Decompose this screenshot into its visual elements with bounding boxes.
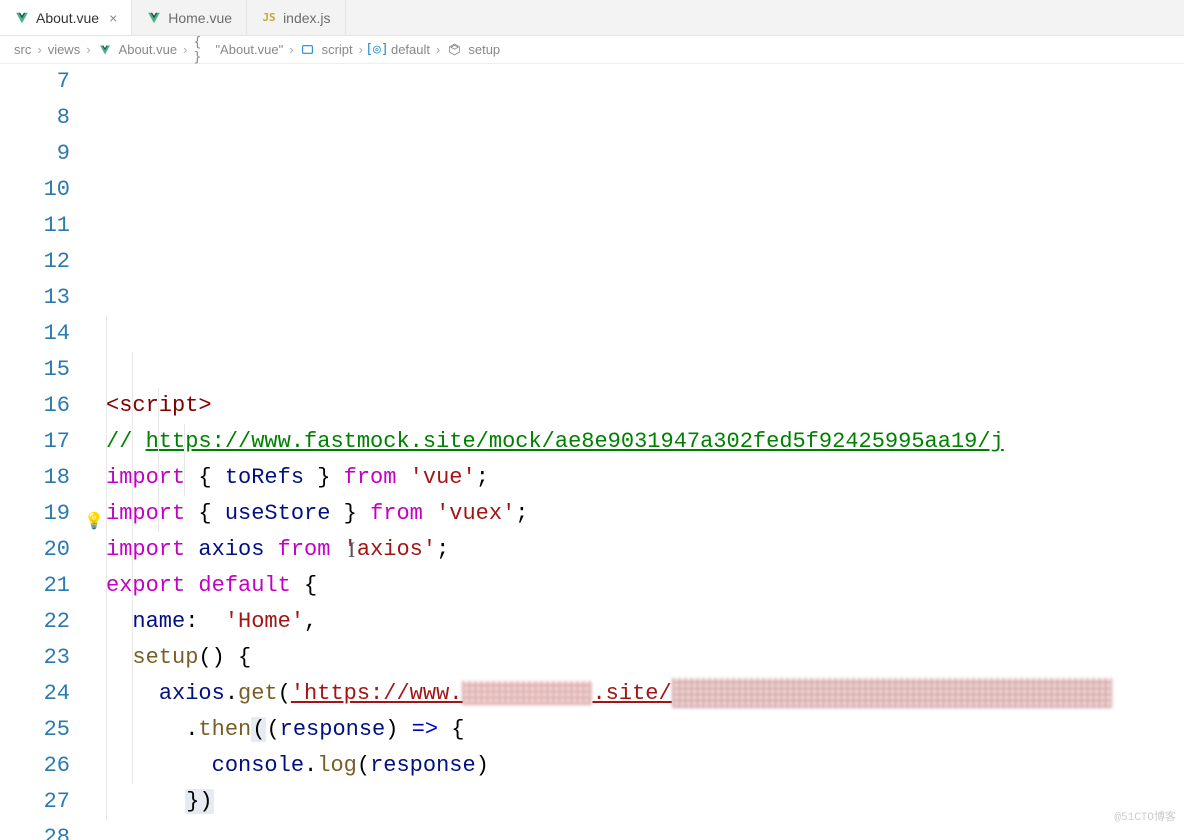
- tab-label: index.js: [283, 10, 330, 26]
- code-line[interactable]: import { toRefs } from 'vue';: [106, 460, 1184, 496]
- line-number: 13: [0, 280, 70, 316]
- lightbulb-icon[interactable]: 💡: [84, 504, 104, 540]
- breadcrumb[interactable]: src › views › About.vue › { } "About.vue…: [0, 36, 1184, 64]
- code-area[interactable]: I <script>// https://www.fastmock.site/m…: [106, 64, 1184, 840]
- text-cursor-icon: I: [348, 532, 355, 568]
- chevron-right-icon: ›: [359, 42, 363, 57]
- line-number: 8: [0, 100, 70, 136]
- line-number: 10: [0, 172, 70, 208]
- tab-label: About.vue: [36, 10, 99, 26]
- line-number: 15: [0, 352, 70, 388]
- chevron-right-icon: ›: [37, 42, 41, 57]
- tab-home-vue[interactable]: Home.vue: [132, 0, 247, 35]
- tab-label: Home.vue: [168, 10, 232, 26]
- vue-icon: [146, 10, 162, 26]
- code-line[interactable]: console.log(response): [106, 748, 1184, 784]
- bc-src[interactable]: src: [14, 42, 31, 57]
- script-icon: [300, 42, 316, 58]
- line-number: 25: [0, 712, 70, 748]
- tab-index-js[interactable]: JS index.js: [247, 0, 345, 35]
- code-editor[interactable]: 7891011121314151617181920212223242526272…: [0, 64, 1184, 840]
- bc-setup[interactable]: setup: [468, 42, 500, 57]
- code-line[interactable]: [106, 352, 1184, 388]
- watermark: @51CTO博客: [1114, 800, 1176, 836]
- line-number: 17: [0, 424, 70, 460]
- chevron-right-icon: ›: [289, 42, 293, 57]
- bc-default[interactable]: default: [391, 42, 430, 57]
- line-number: 16: [0, 388, 70, 424]
- line-number: 22: [0, 604, 70, 640]
- line-number: 23: [0, 640, 70, 676]
- code-line[interactable]: import { useStore } from 'vuex';: [106, 496, 1184, 532]
- code-line[interactable]: name: 'Home',: [106, 604, 1184, 640]
- glyph-margin: 💡: [90, 64, 106, 840]
- line-number: 20: [0, 532, 70, 568]
- line-number: 27: [0, 784, 70, 820]
- bc-about-vue[interactable]: About.vue: [119, 42, 178, 57]
- line-number: 14: [0, 316, 70, 352]
- line-number: 21: [0, 568, 70, 604]
- bc-script[interactable]: script: [322, 42, 353, 57]
- code-line[interactable]: .then((response) => {: [106, 712, 1184, 748]
- code-line[interactable]: [106, 820, 1184, 840]
- code-line[interactable]: <script>: [106, 388, 1184, 424]
- vue-icon: [97, 42, 113, 58]
- braces-icon: { }: [193, 42, 209, 58]
- bracket-icon: [◎]: [369, 42, 385, 58]
- line-number: 26: [0, 748, 70, 784]
- code-line[interactable]: }): [106, 784, 1184, 820]
- chevron-right-icon: ›: [86, 42, 90, 57]
- editor-tabbar: About.vue × Home.vue JS index.js: [0, 0, 1184, 36]
- chevron-right-icon: ›: [436, 42, 440, 57]
- line-number: 24: [0, 676, 70, 712]
- code-line[interactable]: // https://www.fastmock.site/mock/ae8e90…: [106, 424, 1184, 460]
- code-line[interactable]: setup() {: [106, 640, 1184, 676]
- vue-icon: [14, 10, 30, 26]
- bc-about-vue-symbol[interactable]: "About.vue": [215, 42, 283, 57]
- chevron-right-icon: ›: [183, 42, 187, 57]
- js-icon: JS: [261, 10, 277, 26]
- line-number: 18: [0, 460, 70, 496]
- line-number: 9: [0, 136, 70, 172]
- tab-about-vue[interactable]: About.vue ×: [0, 0, 132, 35]
- close-icon[interactable]: ×: [109, 10, 117, 26]
- bc-views[interactable]: views: [48, 42, 81, 57]
- code-line[interactable]: axios.get('https://www..site/: [106, 676, 1184, 712]
- line-number: 11: [0, 208, 70, 244]
- line-number: 7: [0, 64, 70, 100]
- line-number: 12: [0, 244, 70, 280]
- line-number: 28: [0, 820, 70, 840]
- code-line[interactable]: import axios from 'axios';: [106, 532, 1184, 568]
- line-number: 19: [0, 496, 70, 532]
- cube-icon: [446, 42, 462, 58]
- code-line[interactable]: export default {: [106, 568, 1184, 604]
- line-number-gutter: 7891011121314151617181920212223242526272…: [0, 64, 90, 840]
